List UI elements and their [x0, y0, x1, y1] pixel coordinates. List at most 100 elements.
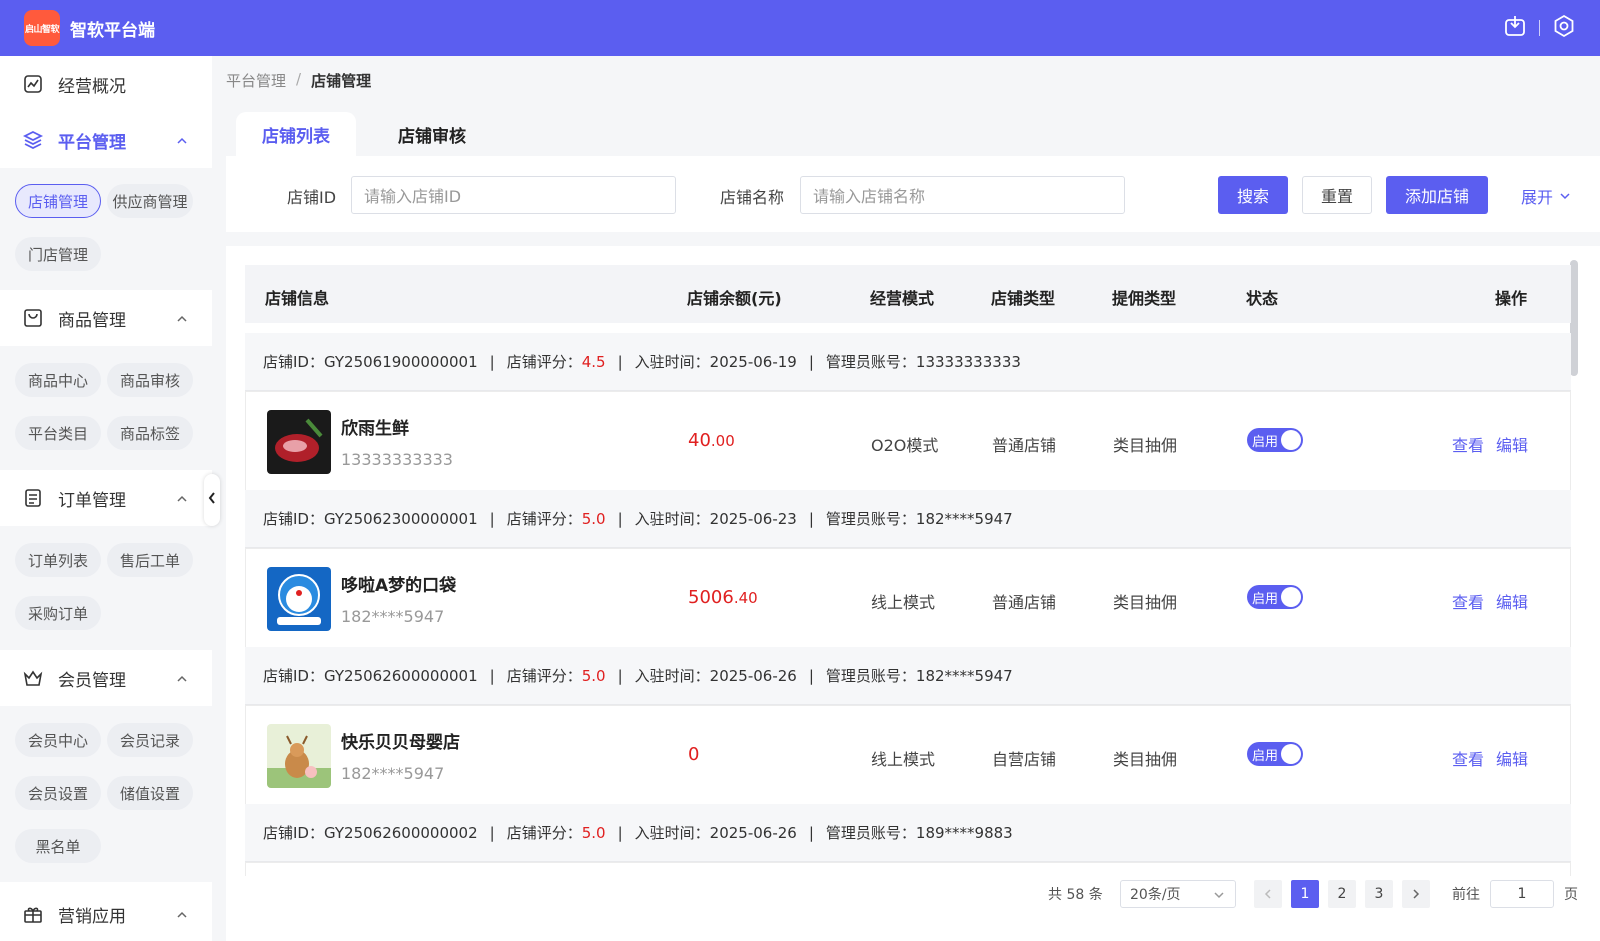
store-score-value: 5.0	[581, 509, 606, 528]
top-bar: 启山智软 智软平台端	[0, 0, 1600, 56]
status-toggle[interactable]: 启用	[1247, 585, 1303, 609]
store-type: 普通店铺	[992, 436, 1057, 455]
store-balance: 5006.40	[688, 587, 758, 608]
gift-icon	[22, 903, 44, 925]
status-toggle[interactable]: 启用	[1247, 742, 1303, 766]
page-size-select[interactable]: 20条/页	[1120, 880, 1236, 908]
table-row	[245, 862, 1571, 876]
breadcrumb-parent[interactable]: 平台管理	[226, 70, 286, 91]
store-name: 欣雨生鲜	[341, 419, 409, 439]
table-scrollbar[interactable]	[1570, 260, 1578, 376]
store-phone: 182****5947	[341, 607, 445, 626]
reset-button[interactable]: 重置	[1302, 176, 1372, 214]
store-score-value: 4.5	[581, 352, 606, 371]
nav-members-label: 会员管理	[58, 670, 126, 691]
edit-link[interactable]: 编辑	[1496, 589, 1528, 613]
nav-goods[interactable]: 商品管理	[0, 290, 212, 346]
nav-platform[interactable]: 平台管理	[0, 112, 212, 168]
submenu-purchase-orders[interactable]: 采购订单	[15, 596, 101, 630]
submenu-member-center[interactable]: 会员中心	[15, 723, 101, 757]
page-1-button[interactable]: 1	[1291, 880, 1319, 908]
submenu-member-settings[interactable]: 会员设置	[15, 776, 101, 810]
page-2-button[interactable]: 2	[1328, 880, 1356, 908]
tab-store-review[interactable]: 店铺审核	[372, 112, 492, 156]
store-id-input[interactable]: 请输入店铺ID	[351, 176, 676, 214]
settings-icon[interactable]	[1552, 14, 1576, 42]
store-id-value: GY25062600000002	[323, 823, 478, 842]
store-meta-row: 店铺ID： GY25062300000001 | 店铺评分： 5.0 | 入驻时间：…	[245, 490, 1571, 548]
store-id-value: GY25062600000001	[323, 666, 478, 685]
chevron-up-icon	[176, 132, 188, 152]
store-table: 店铺信息 店铺余额(元) 经营模式 店铺类型 提佣类型 状态 操作 店铺ID： G…	[226, 246, 1600, 941]
edit-link[interactable]: 编辑	[1496, 432, 1528, 456]
chevron-down-icon	[1213, 889, 1225, 905]
business-mode: O2O模式	[871, 436, 939, 455]
next-page-button[interactable]	[1402, 880, 1430, 908]
edit-link[interactable]: 编辑	[1496, 746, 1528, 770]
admin-account-value: 189****9883	[915, 823, 1013, 842]
submenu-order-list[interactable]: 订单列表	[15, 543, 101, 577]
goto-label: 前往	[1452, 887, 1480, 903]
meta-separator: |	[808, 352, 814, 371]
total-count: 共 58 条	[1048, 887, 1103, 903]
commission-type: 类目抽佣	[1113, 750, 1178, 769]
sidebar-collapse-toggle[interactable]	[204, 474, 220, 526]
store-name-input[interactable]: 请输入店铺名称	[800, 176, 1125, 214]
store-score-caption: 店铺评分：	[506, 510, 582, 528]
join-date-caption: 入驻时间：	[634, 824, 710, 842]
expand-filter-button[interactable]: 展开	[1521, 184, 1571, 208]
join-date-value: 2025-06-26	[709, 823, 797, 842]
add-store-button[interactable]: 添加店铺	[1386, 176, 1488, 214]
submenu-outlet-management[interactable]: 门店管理	[15, 237, 101, 271]
store-score-value: 5.0	[581, 666, 606, 685]
store-id-label: 店铺ID	[287, 188, 337, 207]
search-button[interactable]: 搜索	[1218, 176, 1288, 214]
breadcrumb-separator: /	[296, 70, 302, 88]
nav-overview[interactable]: 经营概况	[0, 56, 212, 112]
breadcrumb: 平台管理 / 店铺管理	[226, 70, 371, 91]
view-link[interactable]: 查看	[1452, 432, 1484, 456]
nav-members[interactable]: 会员管理	[0, 650, 212, 706]
business-mode: 线上模式	[871, 750, 936, 769]
submenu-goods-review[interactable]: 商品审核	[107, 363, 193, 397]
submenu-goods-tags[interactable]: 商品标签	[107, 416, 193, 450]
store-type: 自营店铺	[992, 750, 1057, 769]
submenu-blacklist[interactable]: 黑名单	[15, 829, 101, 863]
store-id-value: GY25061900000001	[323, 352, 478, 371]
chevron-up-icon	[176, 490, 188, 510]
submenu-after-sales[interactable]: 售后工单	[107, 543, 193, 577]
submenu-store-management[interactable]: 店铺管理	[15, 184, 101, 218]
col-balance: 店铺余额(元)	[687, 289, 782, 308]
chart-line-icon	[22, 73, 44, 95]
submenu-stored-value[interactable]: 储值设置	[107, 776, 193, 810]
status-toggle[interactable]: 启用	[1247, 428, 1303, 452]
page-suffix: 页	[1564, 887, 1578, 903]
store-score-caption: 店铺评分：	[506, 353, 582, 371]
store-meta-row: 店铺ID： GY25062600000001 | 店铺评分： 5.0 | 入驻时间：…	[245, 647, 1571, 705]
store-score-caption: 店铺评分：	[506, 824, 582, 842]
nav-marketing[interactable]: 营销应用	[0, 886, 212, 941]
admin-account-value: 13333333333	[915, 352, 1021, 371]
col-commission-type: 提佣类型	[1112, 289, 1177, 308]
submenu-platform-category[interactable]: 平台类目	[15, 416, 101, 450]
store-type: 普通店铺	[992, 593, 1057, 612]
submenu-goods-center[interactable]: 商品中心	[15, 363, 101, 397]
goods-submenu: 商品中心 商品审核 平台类目 商品标签	[0, 346, 212, 470]
prev-page-button[interactable]	[1254, 880, 1282, 908]
nav-orders[interactable]: 订单管理	[0, 470, 212, 526]
join-date-value: 2025-06-19	[709, 352, 797, 371]
tab-store-list[interactable]: 店铺列表	[236, 112, 356, 156]
store-meta-row: 店铺ID： GY25061900000001 | 店铺评分： 4.5 | 入驻时间：…	[245, 333, 1571, 391]
view-link[interactable]: 查看	[1452, 589, 1484, 613]
submenu-supplier-management[interactable]: 供应商管理	[107, 184, 193, 218]
download-icon[interactable]	[1503, 14, 1527, 42]
page-3-button[interactable]: 3	[1365, 880, 1393, 908]
nav-overview-label: 经营概况	[58, 76, 126, 97]
admin-account-caption: 管理员账号：	[825, 667, 916, 685]
view-link[interactable]: 查看	[1452, 746, 1484, 770]
nav-platform-label: 平台管理	[58, 132, 126, 153]
col-actions: 操作	[1495, 289, 1528, 308]
submenu-member-records[interactable]: 会员记录	[107, 723, 193, 757]
goto-page-input[interactable]: 1	[1490, 880, 1554, 908]
store-id-caption: 店铺ID：	[263, 824, 324, 842]
